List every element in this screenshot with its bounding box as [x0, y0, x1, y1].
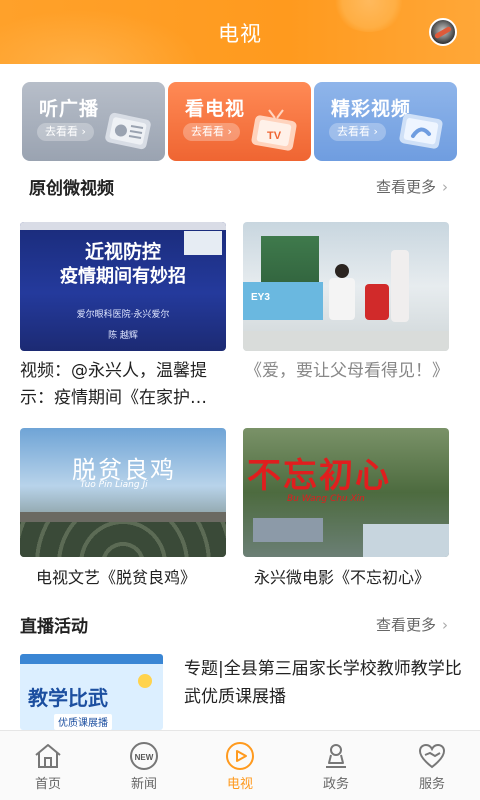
tab-label: 电视 [226, 777, 253, 792]
news-icon: NEW [130, 742, 158, 770]
tab-label: 新闻 [130, 777, 157, 792]
video-thumbnail[interactable]: 近视防控 疫情期间有妙招 爱尔眼科医院·永兴爱尔 陈 越辉 [20, 222, 226, 351]
lightbulb-icon [138, 674, 152, 688]
video-player-icon [399, 113, 443, 149]
tab-label: 政务 [322, 777, 349, 792]
bridge [20, 512, 226, 522]
feature-card-tv[interactable]: 看电视 去看看 › TV [168, 82, 311, 161]
thumbnail-heading: 近视防控 [84, 241, 161, 263]
top-header: 电视 [0, 0, 480, 64]
feature-card-label: 听广播 [39, 98, 100, 120]
page-title: 电视 [218, 22, 262, 46]
thumbnail-subtitle: 爱尔眼科医院·永兴爱尔 [76, 310, 170, 320]
tab-service[interactable]: 服务 [384, 731, 480, 800]
tab-news[interactable]: NEW 新闻 [96, 731, 192, 800]
tab-government[interactable]: 政务 [288, 731, 384, 800]
go-look-button[interactable]: 去看看 › [37, 123, 94, 141]
live-thumbnail[interactable]: 教学比武 优质课展播 [20, 654, 163, 730]
view-more-label: 查看更多 [375, 616, 436, 634]
home-icon [35, 744, 61, 768]
section-title-live: 直播活动 [20, 617, 88, 637]
chevron-right-icon: › [442, 616, 448, 634]
wall-sign: EY3 [251, 292, 270, 303]
go-look-button[interactable]: 去看看 › [329, 123, 386, 141]
go-look-button[interactable]: 去看看 › [183, 123, 240, 141]
tab-label: 服务 [418, 777, 445, 792]
screen-top-bar [20, 222, 226, 230]
person-doctor [335, 264, 349, 278]
video-caption[interactable]: 电视文艺《脱贫良鸡》 [36, 564, 226, 591]
video-caption[interactable]: 《爱，要让父母看得见！》 [245, 358, 451, 385]
bottom-tab-bar: 首页 NEW 新闻 电视 政务 服务 [0, 730, 480, 800]
video-thumbnail[interactable]: EY3 [243, 222, 449, 351]
thumbnail-heading: 教学比武 [28, 686, 108, 710]
service-icon [418, 743, 446, 769]
river [363, 524, 449, 557]
tv-icon: TV [251, 109, 297, 151]
village [253, 518, 323, 542]
video-caption[interactable]: 视频：@永兴人，温馨提示：疫情期间《在家护… [20, 358, 226, 412]
svg-text:TV: TV [267, 130, 282, 142]
person-patient-body [365, 284, 389, 320]
tab-home[interactable]: 首页 [0, 731, 96, 800]
view-more-live-link[interactable]: 查看更多 › [376, 614, 448, 635]
live-item-title[interactable]: 专题|全县第三届家长学校教师教学比武优质课展播 [184, 655, 464, 711]
person-standing [391, 250, 409, 322]
feature-card-radio[interactable]: 听广播 去看看 › [22, 82, 165, 161]
tab-tv[interactable]: 电视 [192, 731, 288, 800]
view-more-original-link[interactable]: 查看更多 › [376, 176, 448, 197]
tab-label: 首页 [34, 777, 61, 792]
view-more-label: 查看更多 [375, 178, 436, 196]
video-thumbnail[interactable]: 脱贫良鸡 Tuo Pin Liang Ji [20, 428, 226, 557]
thumbnail-subtitle: 优质课展播 [54, 714, 112, 730]
thumbnail-author: 陈 越辉 [108, 331, 138, 341]
avatar[interactable] [429, 18, 457, 46]
thumb-top-bar [20, 654, 163, 664]
video-caption[interactable]: 永兴微电影《不忘初心》 [254, 564, 464, 591]
bridge-arches [20, 522, 226, 557]
thumbnail-heading: 疫情期间有妙招 [60, 266, 186, 287]
feature-card-videos[interactable]: 精彩视频 去看看 › [314, 82, 457, 161]
thumbnail-subtitle: Tuo Pin Liang Ji [80, 480, 148, 490]
section-title-original-videos: 原创微视频 [29, 179, 114, 199]
tv-play-icon [226, 742, 254, 770]
floor [243, 331, 449, 351]
thumbnail-heading: 不忘初心 [247, 456, 391, 496]
thumbnail-subtitle: Bu Wang Chu Xin [287, 494, 365, 504]
feature-card-label: 看电视 [185, 98, 246, 120]
video-thumbnail[interactable]: 不忘初心 Bu Wang Chu Xin [243, 428, 449, 557]
news-badge: NEW [135, 753, 154, 762]
government-icon [326, 744, 346, 768]
person-doctor-body [329, 278, 355, 320]
chevron-right-icon: › [442, 178, 448, 196]
radio-icon [105, 112, 151, 150]
